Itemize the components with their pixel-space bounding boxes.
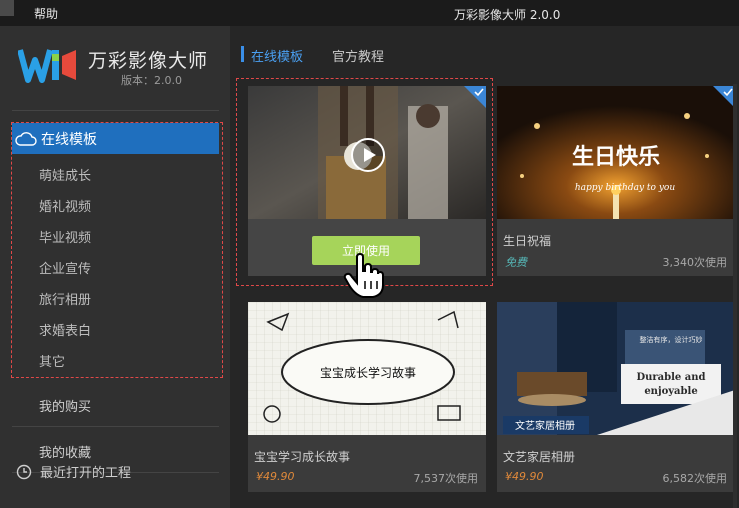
clock-icon [16, 464, 32, 479]
tab-active-marker [241, 46, 244, 62]
home-album-thumbnail: Durable and enjoyable 整洁有序，设计巧妙 文艺家居相册 [497, 302, 735, 435]
title-bar: 帮助 万彩影像大师 2.0.0 [0, 0, 739, 26]
sidebar-item-wedding[interactable]: 婚礼视频 [39, 196, 91, 215]
template-uses: 3,340次使用 [662, 256, 728, 269]
template-card-home-album[interactable]: Durable and enjoyable 整洁有序，设计巧妙 文艺家居相册 文… [497, 302, 735, 492]
sidebar-item-corporate[interactable]: 企业宣传 [39, 258, 91, 277]
window-corner [0, 0, 14, 16]
template-name: 生日祝福 [503, 234, 552, 248]
sidebar-item-online-templates[interactable]: 在线模板 [12, 123, 219, 154]
template-uses: 6,582次使用 [662, 472, 728, 485]
hand-cursor-icon [343, 253, 384, 298]
app-name: 万彩影像大师 [88, 50, 209, 72]
divider [12, 426, 219, 427]
thumb-subtitle: happy birthday to you [575, 183, 675, 193]
scrollbar[interactable] [733, 84, 737, 508]
sidebar-item-kids[interactable]: 萌娃成长 [39, 165, 91, 184]
divider [12, 110, 219, 111]
template-thumbnail: 宝宝成长学习故事 [248, 302, 486, 435]
sidebar-item-label: 在线模板 [41, 131, 97, 148]
sidebar-item-graduation[interactable]: 毕业视频 [39, 227, 91, 246]
thumb-title: 生日快乐 [572, 145, 660, 170]
tab-online-templates[interactable]: 在线模板 [251, 46, 303, 65]
thumb-quote-2: enjoyable [644, 386, 697, 397]
online-templates-highlight [11, 122, 223, 378]
template-uses: 7,537次使用 [413, 472, 479, 485]
birthday-thumbnail: 生日快乐 happy birthday to you [497, 86, 735, 219]
tab-bar: 在线模板 官方教程 [230, 26, 739, 84]
sidebar: 万彩影像大师 版本：2.0.0 在线模板 萌娃成长 婚礼视频 毕业视频 企业宣传… [0, 26, 230, 508]
check-corner-icon [713, 86, 735, 108]
window-title: 万彩影像大师 2.0.0 [454, 8, 561, 22]
sidebar-item-proposal[interactable]: 求婚表白 [39, 320, 91, 339]
template-name: 宝宝学习成长故事 [254, 450, 351, 464]
tab-official-tutorials[interactable]: 官方教程 [332, 46, 384, 65]
sidebar-item-travel[interactable]: 旅行相册 [39, 289, 91, 308]
sidebar-item-my-purchases[interactable]: 我的购买 [39, 396, 91, 415]
template-price: ¥49.90 [505, 470, 544, 483]
template-name: 文艺家居相册 [503, 450, 576, 464]
template-card-birthday[interactable]: 生日快乐 happy birthday to you 生日祝福 免费 3,340… [497, 86, 735, 276]
thumb-quote-1: Durable and [636, 372, 705, 383]
sidebar-item-recent-projects[interactable]: 最近打开的工程 [16, 462, 131, 481]
cloud-icon [15, 131, 37, 146]
thumb-tag: 整洁有序，设计巧妙 [640, 335, 703, 344]
template-price: 免费 [505, 256, 527, 269]
app-logo-icon [18, 49, 76, 83]
sidebar-item-other[interactable]: 其它 [39, 351, 65, 370]
template-price: ¥49.90 [256, 470, 295, 483]
baby-story-thumbnail: 宝宝成长学习故事 [248, 302, 486, 435]
app-version: 版本：2.0.0 [121, 74, 182, 87]
thumb-title: 文艺家居相册 [515, 419, 575, 432]
template-card-baby-story[interactable]: 宝宝成长学习故事 宝宝学习成长故事 ¥49.90 7,537次使用 [248, 302, 486, 492]
template-thumbnail: 生日快乐 happy birthday to you [497, 86, 735, 219]
template-thumbnail: Durable and enjoyable 整洁有序，设计巧妙 文艺家居相册 [497, 302, 735, 435]
sidebar-item-label: 最近打开的工程 [40, 466, 132, 481]
menu-help[interactable]: 帮助 [34, 5, 58, 22]
thumb-title: 宝宝成长学习故事 [320, 365, 416, 380]
sidebar-item-my-favorites[interactable]: 我的收藏 [39, 442, 91, 461]
